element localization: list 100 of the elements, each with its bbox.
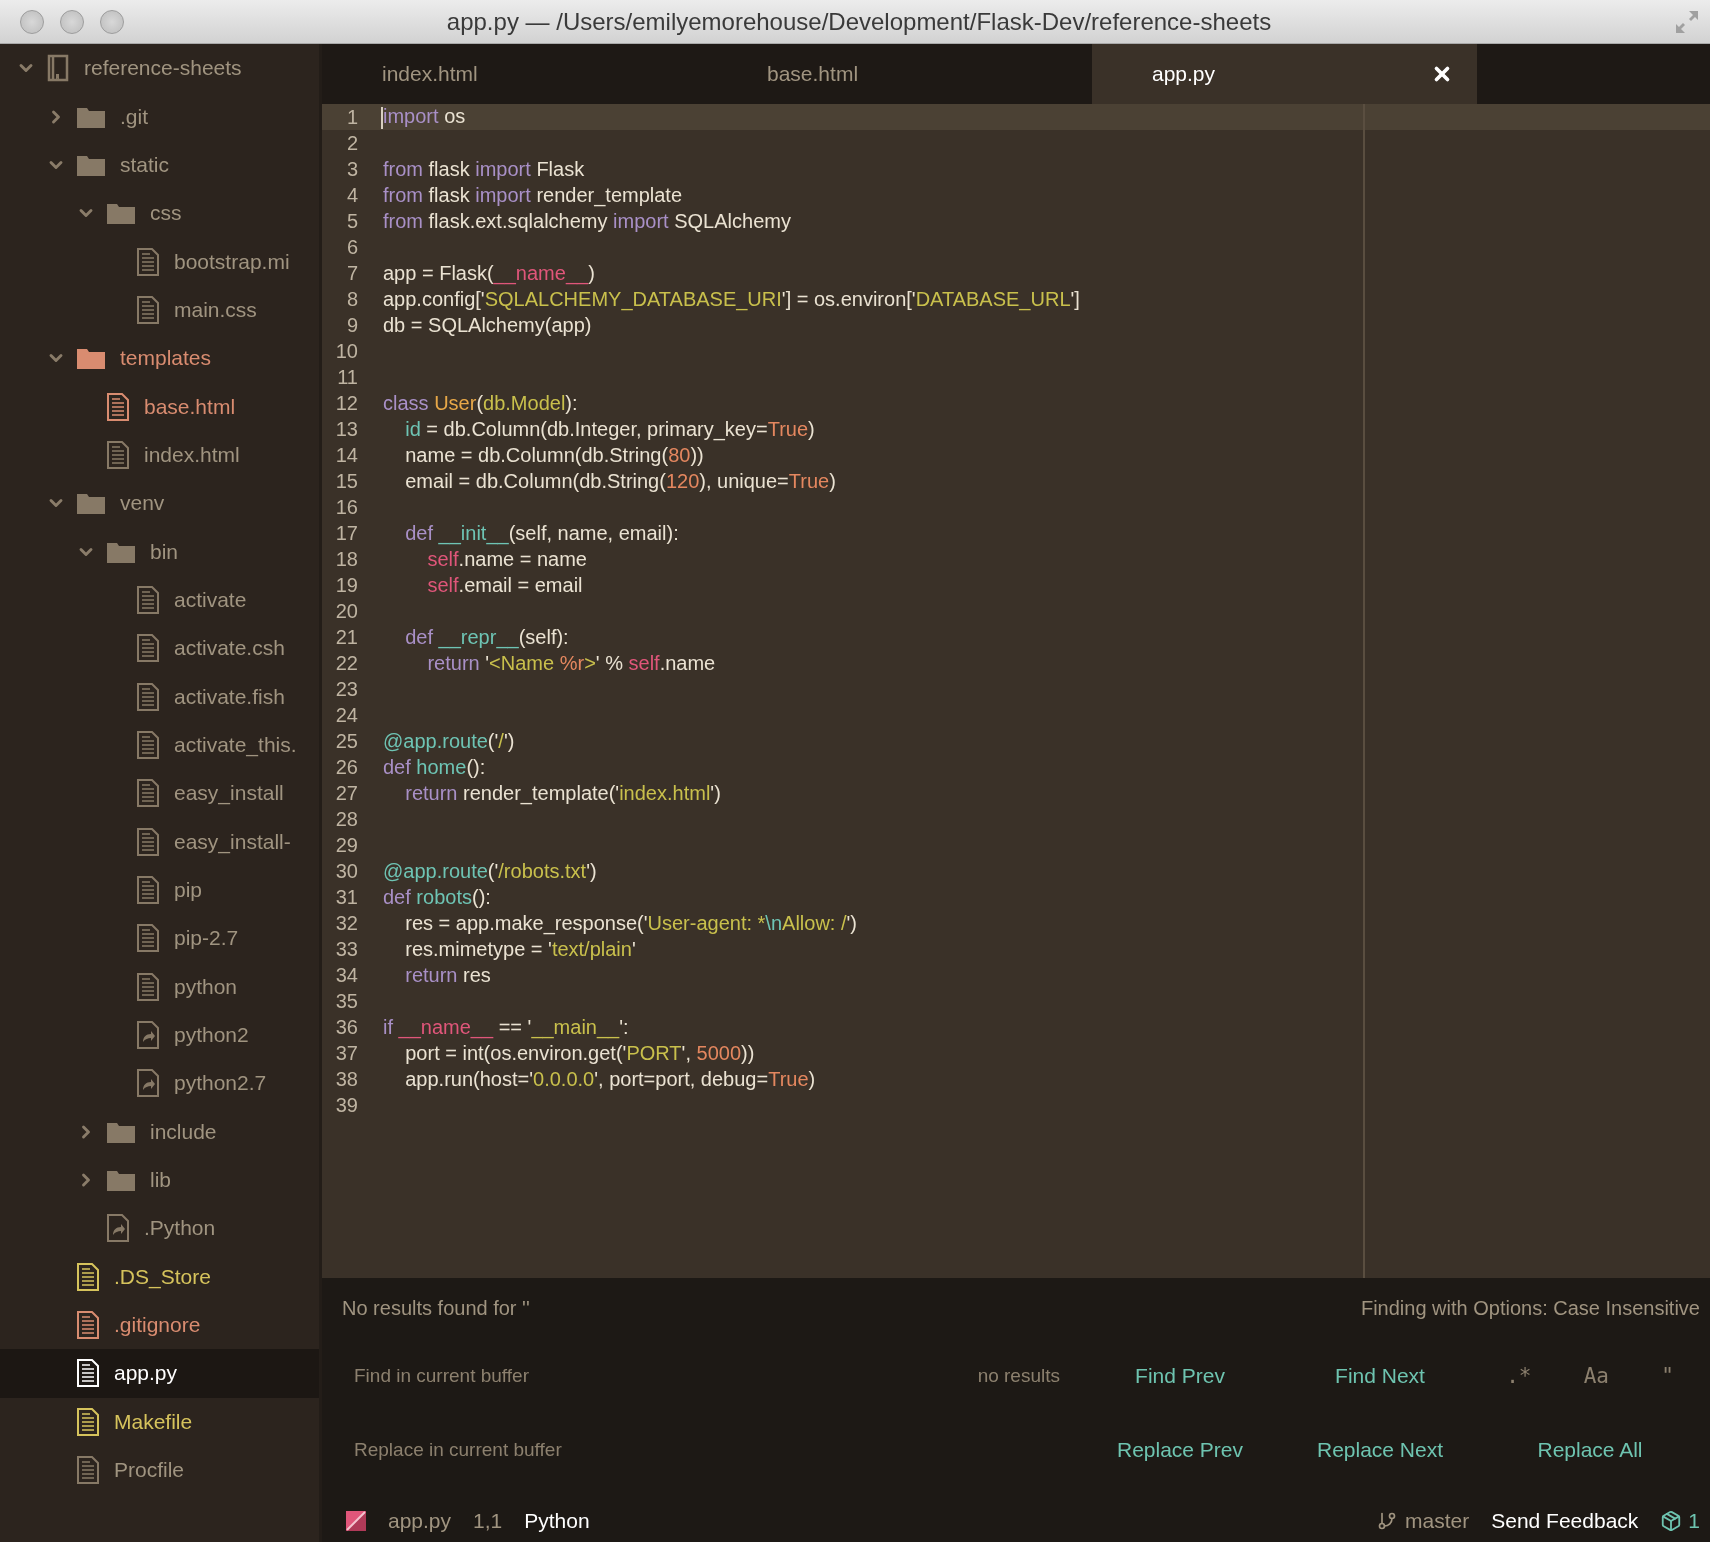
line-number: 25: [334, 729, 358, 753]
line-number: 20: [334, 599, 358, 623]
code-line: self.name = name: [426, 547, 587, 571]
tree-item[interactable]: reference-sheets: [0, 44, 319, 93]
file-icon: [136, 247, 160, 276]
line-number: 6: [345, 235, 358, 259]
tree-item[interactable]: easy_install: [0, 769, 319, 818]
replace-button[interactable]: Replace Prev: [1112, 1432, 1248, 1468]
tree-item[interactable]: .DS_Store: [0, 1252, 319, 1301]
folder-icon: [106, 201, 136, 226]
file-icon: [76, 1262, 100, 1291]
shortcut-file-icon: [106, 1214, 130, 1243]
tree-item[interactable]: activate.csh: [0, 624, 319, 673]
code-line: import os: [380, 105, 466, 129]
code-line: def robots():: [382, 885, 491, 909]
code-line: def home():: [382, 755, 486, 779]
replace-button[interactable]: Replace Next: [1312, 1432, 1448, 1468]
line-number: 19: [334, 573, 358, 597]
find-button[interactable]: Find Next: [1331, 1358, 1429, 1394]
code-line: from flask.ext.sqlalchemy import SQLAlchemy: [382, 209, 791, 233]
tree-item[interactable]: pip: [0, 865, 319, 915]
tree-item[interactable]: css: [0, 189, 319, 238]
line-number: 37: [334, 1041, 358, 1065]
editor-tab[interactable]: app.py: [1092, 44, 1477, 104]
fullscreen-icon[interactable]: [1674, 8, 1700, 35]
find-button[interactable]: Find Prev: [1131, 1358, 1229, 1394]
replace-field[interactable]: Replace in current buffer: [352, 1438, 1060, 1462]
line-number: 18: [334, 547, 358, 571]
tree-item[interactable]: activate_this.: [0, 720, 319, 770]
tree-item[interactable]: .Python: [0, 1204, 319, 1253]
tree-item[interactable]: venv: [0, 479, 319, 528]
tree-item[interactable]: activate: [0, 575, 319, 625]
editor-tab[interactable]: index.html: [322, 44, 707, 104]
shortcut-file-icon: [136, 1021, 160, 1050]
line-number: 16: [334, 495, 358, 519]
tree-item[interactable]: Makefile: [0, 1397, 319, 1446]
line-number: 32: [334, 911, 358, 935]
cursor-position[interactable]: 1,1: [473, 1509, 503, 1533]
line-number: 23: [334, 677, 358, 701]
tree-item[interactable]: activate.fish: [0, 672, 319, 721]
tree-item[interactable]: templates: [0, 334, 319, 383]
code-line: app.run(host='0.0.0.0', port=port, debug=True): [404, 1067, 816, 1091]
code-line: def __repr__(self):: [404, 625, 569, 649]
code-line: id = db.Column(db.Integer, primary_key=True): [404, 417, 815, 441]
tree-item[interactable]: easy_install-: [0, 817, 319, 866]
tree-item[interactable]: python2: [0, 1010, 319, 1060]
window-title: app.py — /Users/emilyemorehouse/Development/Flask-Dev/reference-sheets: [445, 7, 1273, 36]
modified-file-icon: [346, 1511, 366, 1531]
tree-item[interactable]: include: [0, 1107, 319, 1156]
line-number: 24: [334, 703, 358, 727]
tree-item[interactable]: Procfile: [0, 1445, 319, 1495]
file-icon: [136, 682, 160, 711]
file-icon: [76, 1359, 100, 1388]
line-number: 9: [345, 313, 358, 337]
folder-icon: [76, 346, 106, 371]
tree-item[interactable]: base.html: [0, 382, 319, 431]
tree-item[interactable]: bin: [0, 527, 319, 576]
package-icon[interactable]: [1660, 1510, 1683, 1532]
code-line: if __name__ == '__main__':: [382, 1015, 629, 1039]
code-line: def __init__(self, name, email):: [404, 521, 679, 545]
file-icon: [136, 634, 160, 663]
status-file-name[interactable]: app.py: [388, 1509, 452, 1533]
code-line: return render_template('index.html'): [404, 781, 721, 805]
tree-item[interactable]: main.css: [0, 285, 319, 335]
grammar-selector[interactable]: Python: [524, 1509, 590, 1533]
branch-name[interactable]: master: [1405, 1509, 1470, 1533]
tree-item[interactable]: bootstrap.mi: [0, 237, 319, 286]
find-option-toggle[interactable]: ": [1655, 1360, 1680, 1392]
tree-item[interactable]: index.html: [0, 430, 319, 480]
tree-item[interactable]: .gitignore: [0, 1300, 319, 1350]
tree-item[interactable]: python: [0, 962, 319, 1011]
line-number: 39: [334, 1093, 358, 1117]
tree-item[interactable]: python2.7: [0, 1059, 319, 1108]
code-line: @app.route('/robots.txt'): [382, 859, 597, 883]
replace-button[interactable]: Replace All: [1533, 1432, 1647, 1468]
send-feedback-link[interactable]: Send Feedback: [1491, 1509, 1639, 1533]
find-field[interactable]: Find in current buffer: [352, 1364, 978, 1388]
file-icon: [76, 1311, 100, 1340]
tree-item[interactable]: app.py: [0, 1349, 319, 1398]
find-option-toggle[interactable]: Aa: [1577, 1360, 1615, 1392]
tree-item[interactable]: static: [0, 140, 319, 190]
tree-item[interactable]: .git: [0, 92, 319, 141]
find-message: No results found for '': [342, 1296, 531, 1320]
file-icon: [136, 924, 160, 953]
line-number: 11: [336, 365, 358, 389]
file-icon: [136, 585, 160, 614]
find-option-toggle[interactable]: .*: [1500, 1360, 1538, 1392]
file-icon: [136, 295, 160, 324]
line-number: 10: [334, 339, 358, 363]
folder-icon: [76, 491, 106, 516]
tree-item[interactable]: lib: [0, 1155, 319, 1205]
result-count: no results: [977, 1365, 1060, 1387]
line-number: 21: [334, 625, 358, 649]
line-number: 4: [345, 183, 358, 207]
line-number: 3: [345, 157, 358, 181]
code-line: @app.route('/'): [382, 729, 515, 753]
line-number: 17: [334, 521, 358, 545]
tree-item[interactable]: pip-2.7: [0, 914, 319, 963]
editor-tab[interactable]: base.html: [707, 44, 1092, 104]
line-number: 1: [345, 105, 358, 129]
